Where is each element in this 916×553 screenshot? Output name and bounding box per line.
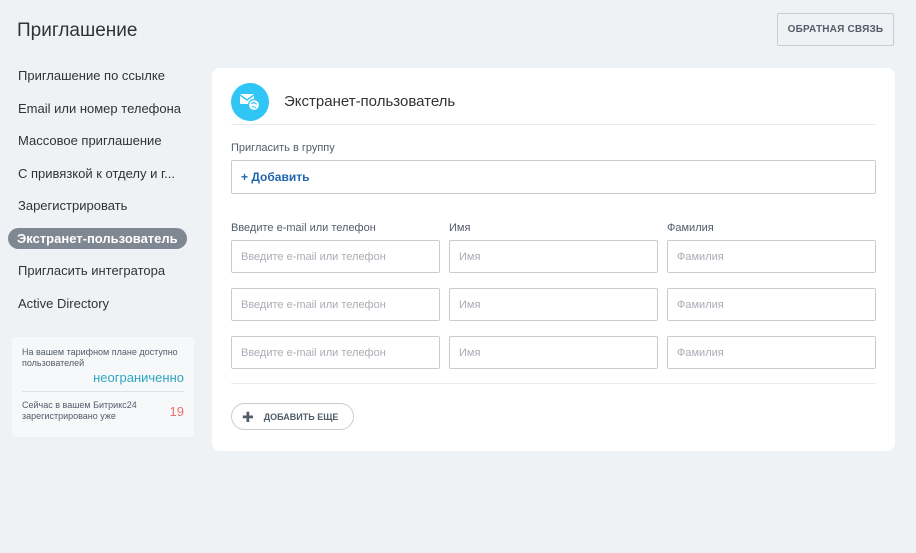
- add-more-button[interactable]: ✚ ДОБАВИТЬ ЕЩЕ: [231, 403, 354, 430]
- sidebar-item-label: Зарегистрировать: [18, 198, 128, 213]
- plan-divider: [22, 391, 184, 392]
- plan-limit-value: неограниченно: [93, 370, 184, 385]
- sidebar-item-label: Экстранет-пользователь: [8, 227, 187, 249]
- sidebar-item-label: С привязкой к отделу и г...: [18, 165, 175, 181]
- feedback-button[interactable]: ОБРАТНАЯ СВЯЗЬ: [777, 13, 894, 46]
- name-field[interactable]: [449, 288, 658, 321]
- plan-limit-text: На вашем тарифном плане доступно пользов…: [22, 347, 178, 368]
- surname-field[interactable]: [667, 240, 876, 273]
- plan-registered-text: Сейчас в вашем Битрикс24 зарегистрирован…: [22, 400, 137, 421]
- sidebar-item-mass-invite[interactable]: Массовое приглашение: [8, 125, 198, 158]
- sidebar-item-label: Пригласить интегратора: [18, 263, 166, 278]
- sidebar-item-label: Массовое приглашение: [18, 133, 162, 148]
- sidebar-item-label: Приглашение по ссылке: [18, 68, 165, 83]
- email-field[interactable]: [231, 336, 440, 369]
- sidebar-item-register[interactable]: Зарегистрировать: [8, 190, 198, 223]
- page-title: Приглашение: [17, 20, 138, 41]
- sidebar-item-integrator[interactable]: Пригласить интегратора: [8, 255, 198, 288]
- sidebar-item-active-directory[interactable]: Active Directory: [8, 288, 198, 321]
- name-field[interactable]: [449, 240, 658, 273]
- card-header: Экстранет-пользователь: [231, 79, 876, 125]
- extranet-mail-globe-icon: [231, 82, 269, 121]
- sidebar-item-department[interactable]: С привязкой к отделу и г...: [8, 158, 198, 191]
- extranet-invite-card: Экстранет-пользователь Пригласить в груп…: [212, 68, 895, 451]
- plan-info-box: На вашем тарифном плане доступно пользов…: [12, 337, 194, 437]
- email-column-label: Введите e-mail или телефон: [231, 222, 376, 234]
- surname-field[interactable]: [667, 288, 876, 321]
- add-more-label: ДОБАВИТЬ ЕЩЕ: [263, 411, 339, 422]
- group-add-label: Добавить: [251, 170, 310, 184]
- sidebar-item-label: Active Directory: [18, 295, 110, 311]
- sidebar-item-extranet[interactable]: Экстранет-пользователь: [8, 223, 198, 256]
- group-add-link[interactable]: + Добавить: [241, 170, 309, 184]
- plan-registered-count: 19: [169, 403, 184, 419]
- card-divider: [231, 383, 876, 384]
- group-selector[interactable]: + Добавить: [231, 160, 876, 194]
- card-title: Экстранет-пользователь: [284, 93, 456, 110]
- name-field[interactable]: [449, 336, 658, 369]
- surname-column-label: Фамилия: [667, 222, 714, 234]
- plus-icon: ✚: [242, 408, 254, 425]
- email-field[interactable]: [231, 288, 440, 321]
- name-column-label: Имя: [449, 222, 471, 234]
- surname-field[interactable]: [667, 336, 876, 369]
- group-label: Пригласить в группу: [231, 142, 335, 154]
- sidebar-item-email-phone[interactable]: Email или номер телефона: [8, 93, 198, 126]
- email-field[interactable]: [231, 240, 440, 273]
- sidebar-nav: Приглашение по ссылке Email или номер те…: [8, 60, 198, 320]
- sidebar-item-label: Email или номер телефона: [18, 100, 182, 116]
- sidebar-item-link-invite[interactable]: Приглашение по ссылке: [8, 60, 198, 93]
